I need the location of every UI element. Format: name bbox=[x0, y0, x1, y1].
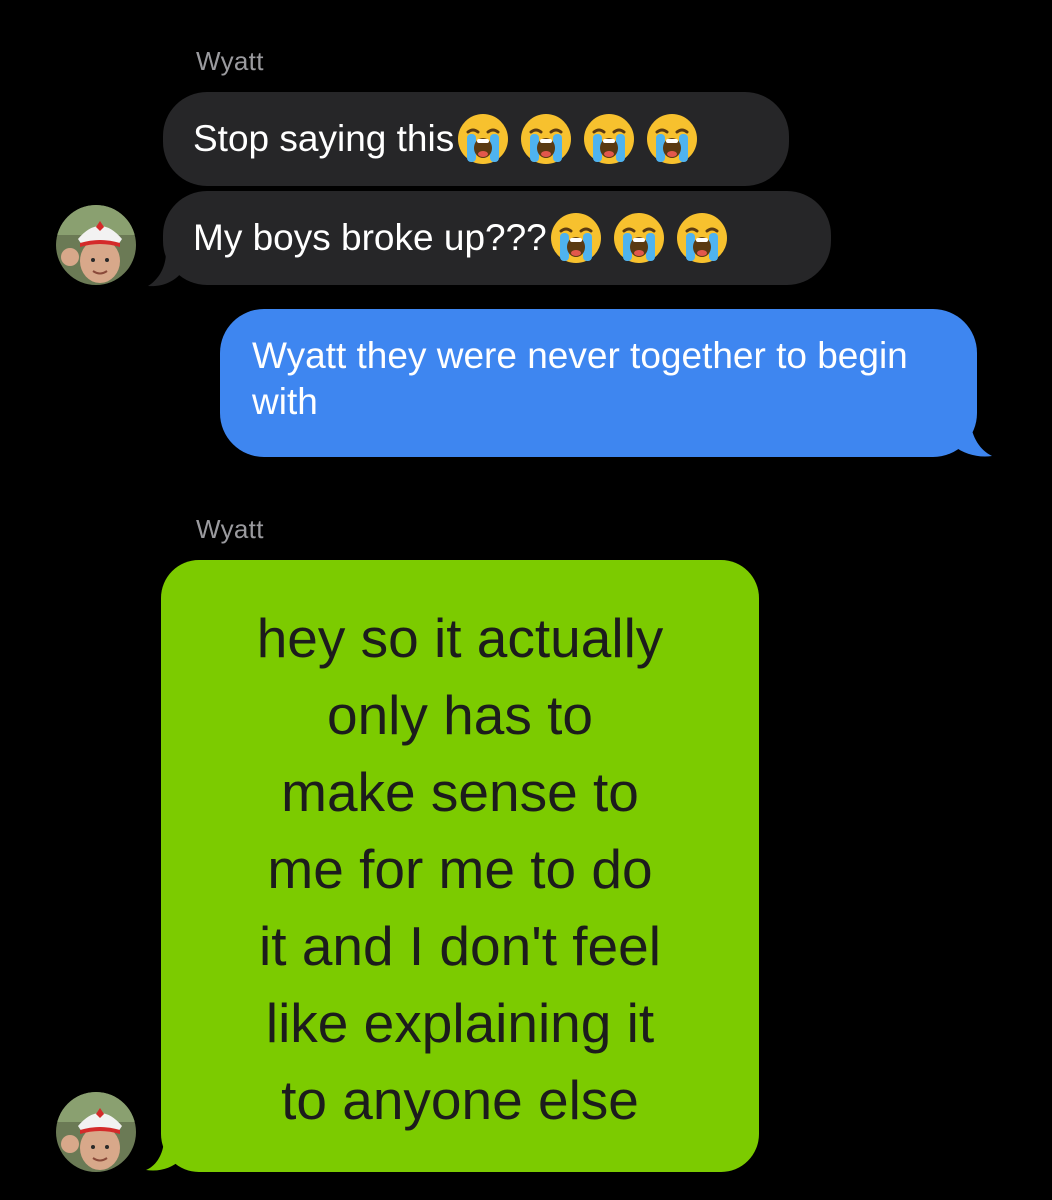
outgoing-bubble-tail bbox=[954, 420, 992, 457]
incoming-message-bubble[interactable]: Stop saying this bbox=[163, 92, 789, 186]
incoming-bubble-tail bbox=[146, 1138, 182, 1171]
loudly-crying-face-icon bbox=[645, 112, 699, 166]
image-text-line: me for me to do bbox=[267, 838, 653, 900]
sender-name: Wyatt bbox=[196, 514, 264, 544]
outgoing-message-bubble[interactable]: Wyatt they were never together to begin … bbox=[220, 309, 977, 457]
image-text-line: only has to bbox=[326, 684, 593, 746]
message-text: Stop saying this bbox=[193, 118, 455, 159]
avatar[interactable] bbox=[56, 205, 136, 285]
image-text-line: to anyone else bbox=[281, 1069, 639, 1131]
loudly-crying-face-icon bbox=[519, 112, 573, 166]
image-text-line: it and I don't feel bbox=[259, 915, 661, 977]
loudly-crying-face-icon bbox=[582, 112, 636, 166]
incoming-message-bubble[interactable]: My boys broke up??? bbox=[163, 191, 831, 285]
message-text: Wyatt they were never together to begin … bbox=[252, 335, 908, 422]
loudly-crying-face-icon bbox=[675, 211, 729, 265]
message-text: My boys broke up??? bbox=[193, 217, 547, 258]
loudly-crying-face-icon bbox=[456, 112, 510, 166]
image-text-line: like explaining it bbox=[265, 992, 655, 1054]
image-message-bubble[interactable]: hey so it actually only has to make sens… bbox=[161, 560, 759, 1172]
sender-name: Wyatt bbox=[196, 46, 264, 76]
emoji-group bbox=[456, 112, 699, 166]
incoming-bubble-tail bbox=[148, 252, 184, 287]
loudly-crying-face-icon bbox=[612, 211, 666, 265]
avatar[interactable] bbox=[56, 1092, 136, 1172]
image-text-line: hey so it actually bbox=[256, 607, 664, 669]
image-text-line: make sense to bbox=[281, 761, 639, 823]
emoji-group bbox=[549, 211, 729, 265]
loudly-crying-face-icon bbox=[549, 211, 603, 265]
